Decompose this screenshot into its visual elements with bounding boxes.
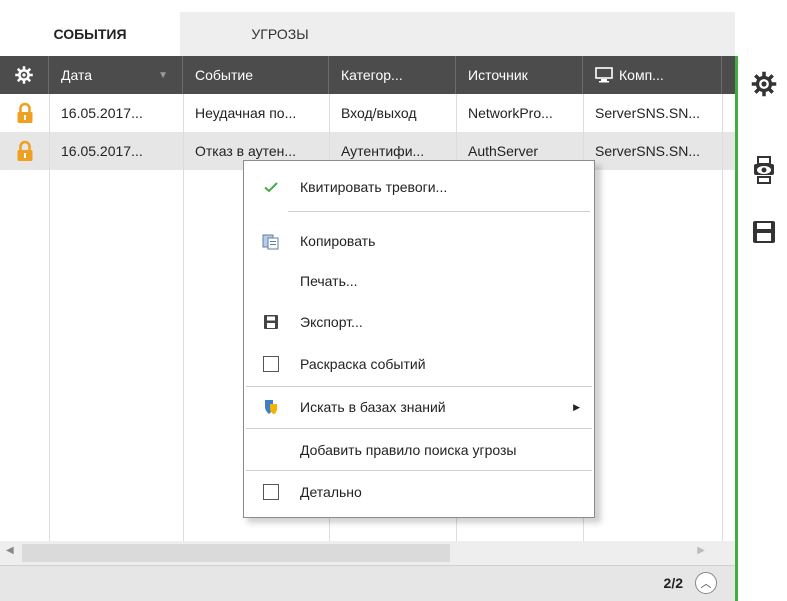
gear-icon: [751, 71, 777, 97]
menu-separator: [246, 386, 592, 387]
menu-item-export[interactable]: Экспорт...: [244, 304, 594, 340]
shield-icon: [262, 398, 280, 416]
grid-footer: 2/2 ︿: [0, 565, 735, 601]
column-header-computer[interactable]: Комп...: [583, 56, 722, 94]
gear-icon: [15, 66, 33, 84]
cell-event: Неудачная по...: [195, 105, 297, 121]
grid-header: Дата ▼ Событие Категор... Источник Комп.…: [0, 56, 735, 94]
sort-desc-icon: ▼: [158, 69, 168, 81]
column-header-source-label: Источник: [468, 67, 528, 83]
scroll-to-top-button[interactable]: ︿: [695, 572, 717, 594]
menu-item-label: Раскраска событий: [300, 356, 426, 372]
column-header-source[interactable]: Источник: [456, 56, 583, 94]
menu-item-add-threat-hunting-rule[interactable]: Добавить правило поиска угрозы: [244, 432, 594, 468]
column-header-event-label: Событие: [195, 67, 253, 83]
menu-item-details[interactable]: Детально: [244, 474, 594, 510]
table-row[interactable]: 16.05.2017... Неудачная по... Вход/выход…: [0, 94, 735, 132]
menu-item-print[interactable]: Печать...: [244, 263, 594, 299]
lock-icon: [17, 140, 32, 161]
print-preview-button[interactable]: [744, 150, 784, 190]
column-header-date[interactable]: Дата ▼: [49, 56, 183, 94]
column-divider: [49, 94, 50, 541]
tab-threats[interactable]: УГРОЗЫ: [180, 12, 380, 56]
column-header-category-label: Категор...: [341, 67, 403, 83]
menu-item-acknowledge-alarms[interactable]: Квитировать тревоги...: [244, 169, 594, 205]
menu-item-label: Добавить правило поиска угрозы: [300, 442, 517, 458]
menu-item-label: Квитировать тревоги...: [300, 179, 448, 195]
print-preview-icon: [754, 156, 774, 184]
cell-date: 16.05.2017...: [61, 143, 143, 159]
horizontal-scrollbar[interactable]: ◀ ▶: [0, 541, 735, 565]
tab-bar: СОБЫТИЯ УГРОЗЫ: [0, 12, 735, 56]
column-header-category[interactable]: Категор...: [329, 56, 456, 94]
cell-computer: ServerSNS.SN...: [595, 143, 701, 159]
menu-item-search-knowledge-bases[interactable]: Искать в базах знаний ▶: [244, 389, 594, 425]
monitor-icon: [595, 67, 613, 83]
cell-category: Вход/выход: [341, 105, 417, 121]
context-menu: Квитировать тревоги... Копировать Печать…: [243, 160, 595, 518]
column-header-event[interactable]: Событие: [183, 56, 329, 94]
column-header-date-label: Дата: [61, 67, 93, 83]
right-toolbar: [738, 56, 787, 601]
menu-item-event-coloring[interactable]: Раскраска событий: [244, 346, 594, 382]
menu-separator: [246, 470, 592, 471]
cell-source: NetworkPro...: [468, 105, 553, 121]
menu-item-label: Экспорт...: [300, 314, 363, 330]
column-settings-button[interactable]: [0, 56, 49, 94]
event-coloring-checkbox[interactable]: [262, 355, 280, 373]
column-divider: [722, 94, 723, 541]
row-status-cell: [0, 132, 49, 170]
submenu-arrow-icon: ▶: [573, 401, 580, 412]
scroll-left-icon[interactable]: ◀: [6, 545, 14, 556]
column-divider: [183, 94, 184, 541]
save-button[interactable]: [744, 212, 784, 252]
scroll-right-icon[interactable]: ▶: [697, 545, 705, 556]
save-icon: [262, 313, 280, 331]
menu-item-copy[interactable]: Копировать: [244, 223, 594, 259]
scrollbar-thumb[interactable]: [22, 544, 450, 562]
cell-date: 16.05.2017...: [61, 105, 143, 121]
chevron-up-icon: ︿: [700, 578, 712, 590]
cell-computer: ServerSNS.SN...: [595, 105, 701, 121]
details-checkbox[interactable]: [262, 483, 280, 501]
copy-icon: [262, 232, 280, 250]
save-icon: [753, 221, 775, 243]
menu-item-label: Детально: [300, 484, 362, 500]
check-icon: [262, 178, 280, 196]
page-indicator: 2/2: [663, 575, 683, 591]
menu-separator: [246, 428, 592, 429]
menu-separator: [288, 211, 590, 212]
lock-icon: [17, 102, 32, 123]
menu-item-label: Печать...: [300, 273, 358, 289]
tab-events[interactable]: СОБЫТИЯ: [0, 12, 180, 56]
row-status-cell: [0, 94, 49, 132]
settings-button[interactable]: [744, 64, 784, 104]
menu-item-label: Искать в базах знаний: [300, 399, 446, 415]
column-header-computer-label: Комп...: [619, 67, 664, 83]
menu-item-label: Копировать: [300, 233, 376, 249]
column-header-filler: [722, 56, 735, 94]
